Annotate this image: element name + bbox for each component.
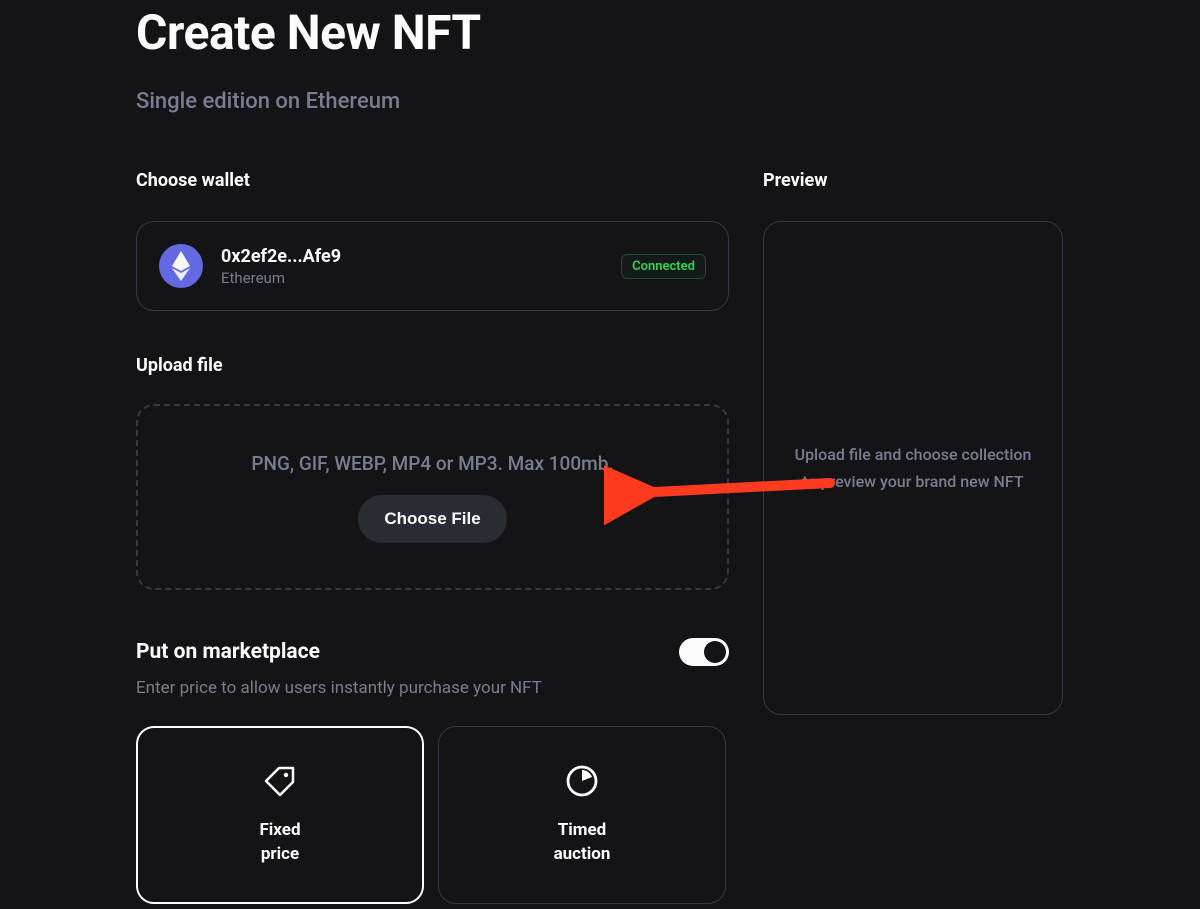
marketplace-title: Put on marketplace	[136, 640, 320, 664]
page-subtitle: Single edition on Ethereum	[136, 89, 1064, 114]
sale-option-fixed[interactable]: Fixed price	[136, 726, 424, 904]
wallet-card[interactable]: 0x2ef2e...Afe9 Ethereum Connected	[136, 221, 729, 311]
upload-dropzone[interactable]: PNG, GIF, WEBP, MP4 or MP3. Max 100mb. C…	[136, 404, 729, 590]
wallet-status-badge: Connected	[621, 254, 706, 279]
sale-option-timed-label: Timed auction	[554, 819, 611, 867]
price-tag-icon	[262, 763, 298, 799]
toggle-knob	[704, 641, 726, 663]
marketplace-toggle[interactable]	[679, 638, 729, 666]
preview-section-label: Preview	[763, 170, 1063, 191]
sale-option-fixed-label: Fixed price	[259, 819, 300, 867]
wallet-network: Ethereum	[221, 269, 603, 287]
sale-option-timed[interactable]: Timed auction	[438, 726, 726, 904]
wallet-section-label: Choose wallet	[136, 170, 729, 191]
wallet-address: 0x2ef2e...Afe9	[221, 246, 603, 267]
ethereum-icon	[159, 244, 203, 288]
upload-section-label: Upload file	[136, 355, 729, 376]
upload-hint: PNG, GIF, WEBP, MP4 or MP3. Max 100mb.	[251, 452, 613, 475]
choose-file-button[interactable]: Choose File	[358, 495, 506, 543]
clock-icon	[564, 763, 600, 799]
page-title: Create New NFT	[136, 0, 1064, 61]
preview-placeholder-text: Upload file and choose collection to pre…	[788, 441, 1038, 495]
marketplace-description: Enter price to allow users instantly pur…	[136, 678, 729, 698]
preview-panel: Upload file and choose collection to pre…	[763, 221, 1063, 715]
